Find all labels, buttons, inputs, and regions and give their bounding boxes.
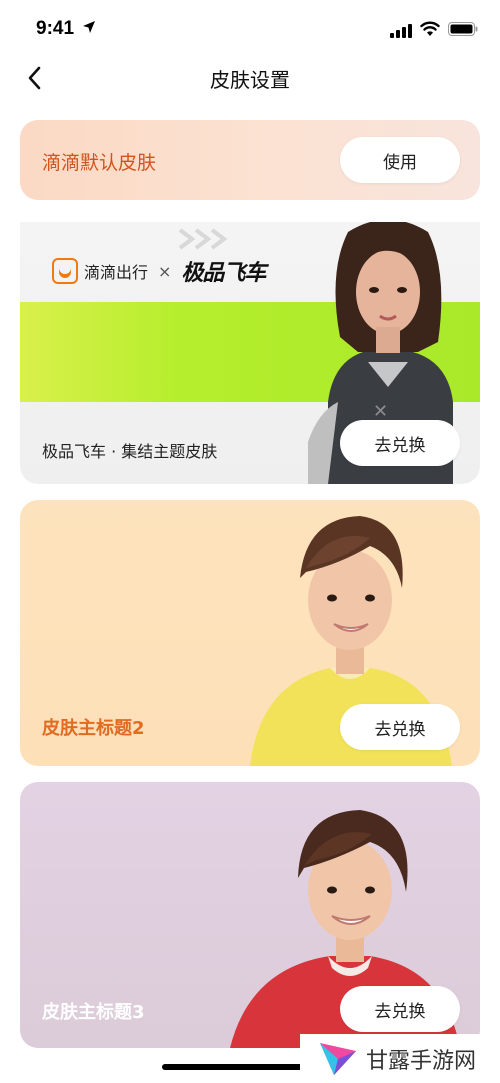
- skin-card-default: 滴滴默认皮肤 使用: [20, 120, 480, 200]
- redeem-button[interactable]: 去兑换: [340, 704, 460, 750]
- wifi-icon: [420, 21, 440, 36]
- collab-cross: ×: [158, 261, 172, 281]
- signal-icon: [390, 24, 412, 38]
- didi-logo-icon: [52, 258, 78, 284]
- location-arrow-icon: [83, 21, 95, 33]
- redeem-button[interactable]: 去兑换: [340, 986, 460, 1032]
- battery-icon: [448, 22, 478, 36]
- skin-card-3: 皮肤主标题3 去兑换: [20, 782, 480, 1048]
- status-time: 9:41: [36, 18, 75, 39]
- redeem-button[interactable]: 去兑换: [340, 420, 460, 466]
- skin-card-2: 皮肤主标题2 去兑换: [20, 500, 480, 766]
- page-title: 皮肤设置: [210, 68, 290, 92]
- skin-card-title: 皮肤主标题3: [42, 1002, 145, 1023]
- use-button[interactable]: 使用: [340, 137, 460, 183]
- watermark-text: 甘露手游网: [366, 1048, 477, 1074]
- watermark-logo-icon: [320, 1042, 356, 1075]
- need-for-speed-logo: 极品飞车: [181, 261, 266, 286]
- watermark: 甘露手游网: [300, 1034, 500, 1083]
- co-brand-logo-row: 滴滴出行 × 极品飞车: [52, 256, 266, 286]
- navigation-bar: 皮肤设置: [0, 56, 500, 102]
- didi-brand-text: 滴滴出行: [84, 263, 149, 282]
- svg-text:✕: ✕: [373, 401, 388, 422]
- skin-card-title: 滴滴默认皮肤: [42, 152, 157, 174]
- skin-card-need-for-speed: 滴滴出行 × 极品飞车 ✕ 极品飞车 · 集结主题皮肤 去兑换: [20, 222, 480, 484]
- chevron-decoration-icon: [178, 228, 228, 250]
- status-bar: 9:41: [0, 0, 500, 60]
- skin-card-title: 极品飞车 · 集结主题皮肤: [42, 442, 218, 461]
- skin-card-title: 皮肤主标题2: [42, 718, 145, 739]
